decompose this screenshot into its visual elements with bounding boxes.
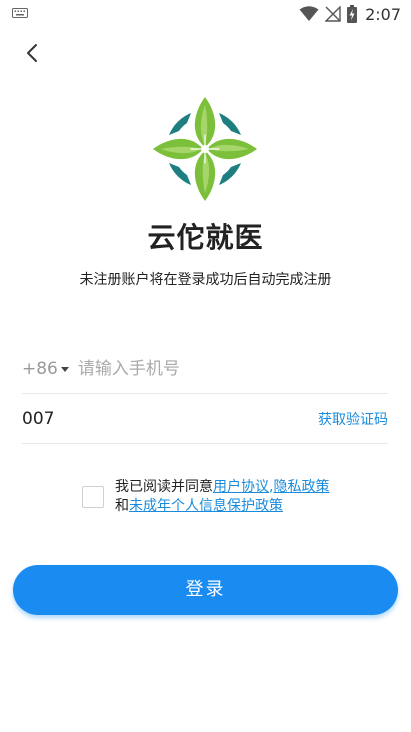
four-leaf-clover-logo xyxy=(153,97,257,201)
wifi-icon xyxy=(299,6,319,21)
login-button[interactable]: 登录 xyxy=(13,565,398,615)
agreement-checkbox[interactable] xyxy=(82,486,104,508)
chevron-left-icon xyxy=(27,44,37,62)
status-bar: 2:07 xyxy=(0,0,411,28)
privacy-policy-link[interactable]: 隐私政策 xyxy=(273,479,329,495)
app-name: 云佗就医 xyxy=(147,221,264,254)
agreement-prefix: 我已阅读并同意 xyxy=(115,479,213,495)
status-icons: 2:07 xyxy=(299,3,401,25)
phone-row: +86 xyxy=(22,344,388,394)
caret-down-icon xyxy=(60,366,69,372)
agreement-and: 和 xyxy=(115,498,129,514)
code-row: 获取验证码 xyxy=(22,394,388,444)
verification-code-input[interactable] xyxy=(22,408,222,429)
phone-input[interactable] xyxy=(77,358,328,379)
keyboard-icon xyxy=(12,8,28,18)
user-agreement-link[interactable]: 用户协议 xyxy=(213,479,269,495)
register-hint: 未注册账户将在登录成功后自动完成注册 xyxy=(79,272,332,288)
back-button[interactable] xyxy=(18,38,48,68)
signal-off-icon xyxy=(325,6,341,22)
status-time: 2:07 xyxy=(365,4,401,24)
country-code-value: +86 xyxy=(22,358,58,379)
battery-charging-icon xyxy=(347,5,358,23)
country-code-select[interactable]: +86 xyxy=(22,359,69,379)
minor-policy-link[interactable]: 未成年个人信息保护政策 xyxy=(129,498,283,514)
agreement-text: 我已阅读并同意用户协议,隐私政策 和未成年个人信息保护政策 xyxy=(115,478,380,516)
get-code-button[interactable]: 获取验证码 xyxy=(318,409,388,429)
